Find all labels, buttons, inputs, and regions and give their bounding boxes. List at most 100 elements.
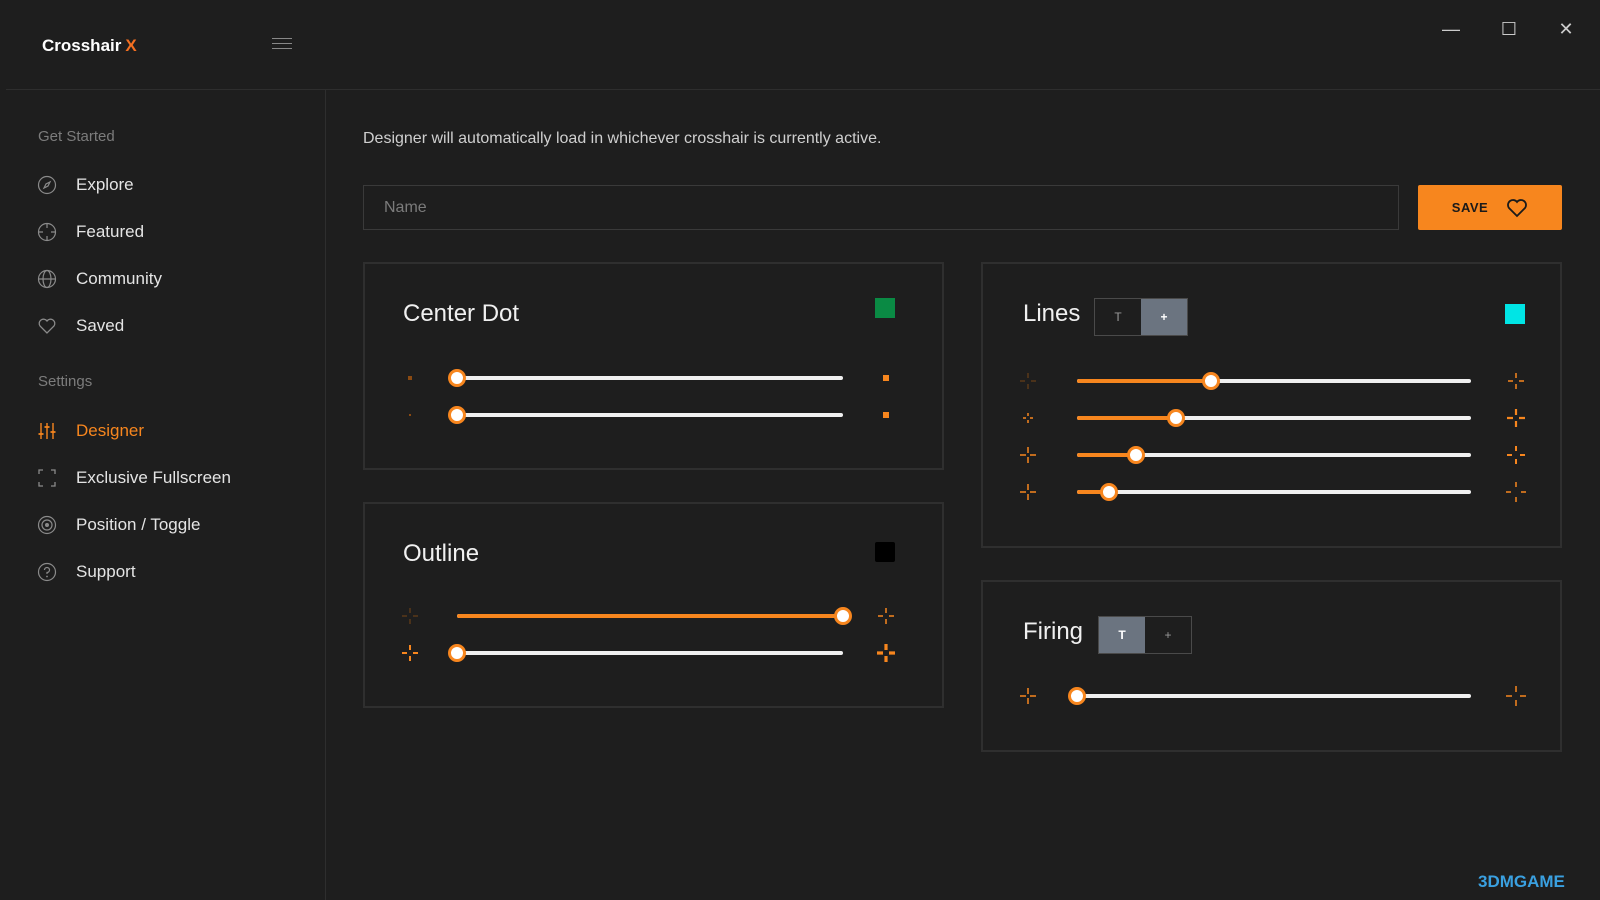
sidebar-item-label: Exclusive Fullscreen	[76, 468, 231, 487]
dot-solid-icon	[883, 412, 889, 418]
sidebar-item-support[interactable]: Support	[36, 557, 306, 587]
fullscreen-icon	[36, 467, 58, 489]
slider-thumb[interactable]	[1068, 687, 1086, 705]
crosshair-thick-icon	[1507, 409, 1525, 427]
center-dot-size-slider-row	[365, 368, 942, 388]
sidebar-item-label: Explore	[76, 175, 134, 194]
outline-title: Outline	[403, 540, 480, 567]
lines-spread-slider[interactable]	[1077, 483, 1471, 501]
slider-thumb[interactable]	[448, 406, 466, 424]
slider-thumb[interactable]	[448, 644, 466, 662]
outline-opacity-slider[interactable]	[457, 607, 852, 625]
crosshair-wide-icon	[1506, 686, 1526, 706]
save-label: SAVE	[1451, 200, 1489, 215]
firing-title: Firing	[1023, 618, 1084, 645]
sidebar-item-explore[interactable]: Explore	[36, 170, 306, 200]
sliders-icon	[36, 420, 58, 442]
designer-intro-text: Designer will automatically load in whic…	[363, 130, 882, 147]
globe-icon	[36, 268, 58, 290]
center-dot-panel: Center Dot	[363, 262, 944, 470]
firing-style-plus-option[interactable]: +	[1145, 617, 1191, 653]
lines-gap-slider[interactable]	[1077, 446, 1471, 464]
sidebar: Get Started Explore Featured Community S…	[0, 90, 325, 900]
crosshair-solid-icon	[1508, 373, 1524, 389]
slider-fill	[457, 614, 843, 618]
slider-thumb[interactable]	[834, 607, 852, 625]
minimize-button[interactable]: —	[1436, 14, 1466, 44]
slider-thumb[interactable]	[1127, 446, 1146, 464]
app-title-accent: X	[125, 36, 137, 55]
lines-gap-slider-row	[983, 445, 1560, 465]
dot-faint-icon	[409, 414, 411, 416]
compass-icon	[36, 174, 58, 196]
lines-spread-slider-row	[983, 482, 1560, 502]
outline-thickness-slider-row	[365, 643, 942, 663]
crosshair-small-icon	[1023, 413, 1033, 423]
firing-spread-slider[interactable]	[1068, 687, 1471, 705]
maximize-button[interactable]: ☐	[1494, 14, 1524, 44]
lines-panel: Lines T +	[981, 262, 1562, 548]
slider-thumb[interactable]	[1099, 483, 1118, 501]
lines-length-slider-row	[983, 371, 1560, 391]
lines-thickness-slider-row	[983, 408, 1560, 428]
firing-spread-slider-row	[983, 686, 1560, 706]
lines-style-t-option[interactable]: T	[1095, 299, 1141, 335]
crosshair-tight-icon	[1020, 688, 1036, 704]
slider-thumb[interactable]	[448, 369, 466, 387]
outline-panel: Outline	[363, 502, 944, 708]
heart-icon	[36, 315, 58, 337]
crosshair-faint-icon	[1020, 373, 1036, 389]
outline-color-swatch[interactable]	[875, 542, 895, 562]
slider-thumb[interactable]	[1201, 372, 1220, 390]
app-title: Crosshair	[42, 36, 122, 55]
firing-style-toggle: T +	[1098, 616, 1192, 654]
slider-thumb[interactable]	[1166, 409, 1185, 427]
sidebar-item-exclusive-fullscreen[interactable]: Exclusive Fullscreen	[36, 463, 306, 493]
firing-panel: Firing T +	[981, 580, 1562, 752]
close-button[interactable]: ✕	[1551, 14, 1581, 44]
save-button[interactable]: SAVE	[1418, 185, 1562, 230]
crosshair-circle-icon	[36, 221, 58, 243]
firing-style-t-option[interactable]: T	[1099, 617, 1145, 653]
lines-length-slider[interactable]	[1077, 372, 1471, 390]
sidebar-item-label: Support	[76, 562, 136, 581]
center-dot-color-swatch[interactable]	[875, 298, 895, 318]
slider-fill	[1077, 416, 1176, 420]
outline-thickness-slider[interactable]	[448, 644, 843, 662]
section-get-started: Get Started	[38, 128, 115, 145]
sidebar-item-label: Featured	[76, 222, 145, 241]
lines-title: Lines	[1023, 300, 1081, 327]
lines-thickness-slider[interactable]	[1077, 409, 1471, 427]
lines-style-plus-option[interactable]: +	[1141, 299, 1187, 335]
slider-fill	[1077, 379, 1211, 383]
sidebar-item-featured[interactable]: Featured	[36, 217, 306, 247]
menu-toggle-icon[interactable]	[272, 38, 292, 52]
target-icon	[36, 514, 58, 536]
crosshair-wide-icon	[1506, 482, 1526, 502]
sidebar-item-community[interactable]: Community	[36, 264, 306, 294]
heart-icon	[1507, 198, 1528, 217]
sidebar-item-saved[interactable]: Saved	[36, 311, 306, 341]
outline-opacity-slider-row	[365, 606, 942, 626]
dot-large-icon	[883, 375, 889, 381]
crosshair-thin-outline-icon	[402, 645, 418, 661]
app-logo: Crosshair X	[42, 36, 137, 56]
crosshair-thick-outline-icon	[877, 644, 895, 662]
center-dot-opacity-slider-row	[365, 405, 942, 425]
sidebar-item-label: Position / Toggle	[76, 515, 201, 534]
crosshair-name-input[interactable]	[363, 185, 1399, 230]
sidebar-item-label: Saved	[76, 316, 125, 335]
lines-style-toggle: T +	[1094, 298, 1188, 336]
dot-small-icon	[408, 376, 412, 380]
crosshair-gap-icon	[1507, 446, 1525, 464]
center-dot-size-slider[interactable]	[448, 369, 843, 387]
center-dot-opacity-slider[interactable]	[448, 406, 843, 424]
help-icon	[36, 561, 58, 583]
crosshair-small-gap-icon	[1020, 447, 1036, 463]
lines-color-swatch[interactable]	[1505, 304, 1525, 324]
center-dot-title: Center Dot	[403, 300, 520, 327]
sidebar-item-position-toggle[interactable]: Position / Toggle	[36, 510, 306, 540]
watermark: 3DMGAME	[1478, 872, 1565, 891]
title-bar: Crosshair X — ☐ ✕	[0, 0, 1600, 90]
sidebar-item-designer[interactable]: Designer	[36, 416, 306, 446]
